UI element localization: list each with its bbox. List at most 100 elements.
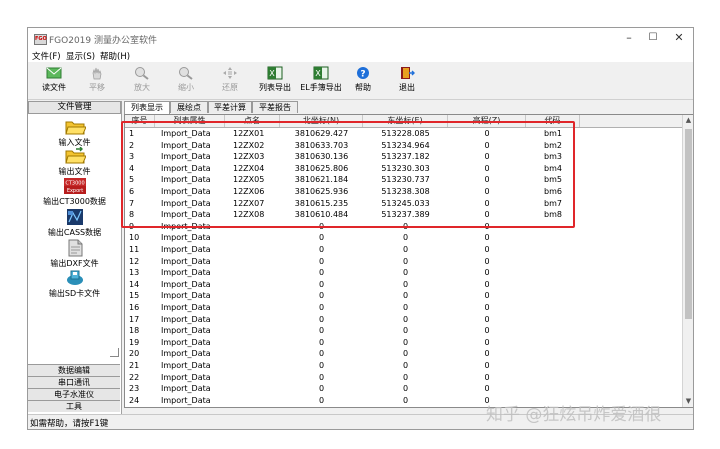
table-cell[interactable]: 18: [129, 325, 155, 337]
table-cell[interactable]: Import_Data: [161, 209, 225, 221]
table-cell[interactable]: 0: [363, 267, 448, 279]
table-row[interactable]: 10 Import_Data 0 0 0: [125, 232, 684, 244]
table-cell[interactable]: [233, 290, 280, 302]
column-header[interactable]: 东坐标(E): [363, 115, 448, 127]
table-cell[interactable]: bm7: [526, 198, 580, 210]
column-header[interactable]: 北坐标(N): [280, 115, 363, 127]
table-cell[interactable]: [526, 267, 580, 279]
table-cell[interactable]: 0: [280, 256, 363, 268]
table-row[interactable]: 21 Import_Data 0 0 0: [125, 360, 684, 372]
table-cell[interactable]: 0: [363, 279, 448, 291]
table-cell[interactable]: 12ZX08: [233, 209, 280, 221]
menu-display[interactable]: 显示(S): [66, 50, 95, 62]
table-cell[interactable]: [233, 279, 280, 291]
table-cell[interactable]: [526, 221, 580, 233]
table-cell[interactable]: Import_Data: [161, 267, 225, 279]
table-cell[interactable]: 12ZX07: [233, 198, 280, 210]
table-cell[interactable]: 0: [280, 290, 363, 302]
table-cell[interactable]: 0: [280, 267, 363, 279]
table-cell[interactable]: 0: [280, 232, 363, 244]
table-cell[interactable]: Import_Data: [161, 198, 225, 210]
table-cell[interactable]: 0: [280, 314, 363, 326]
table-cell[interactable]: 0: [448, 360, 526, 372]
table-cell[interactable]: 0: [448, 290, 526, 302]
table-cell[interactable]: 19: [129, 337, 155, 349]
table-row[interactable]: 8 Import_Data 12ZX08 3810610.484 513237.389 0…: [125, 209, 684, 221]
table-cell[interactable]: [526, 348, 580, 360]
table-row[interactable]: 20 Import_Data 0 0 0: [125, 348, 684, 360]
table-cell[interactable]: 12: [129, 256, 155, 268]
table-cell[interactable]: 22: [129, 372, 155, 384]
table-cell[interactable]: [233, 267, 280, 279]
table-cell[interactable]: 3810625.806: [280, 163, 363, 175]
table-cell[interactable]: [233, 383, 280, 395]
table-cell[interactable]: Import_Data: [161, 290, 225, 302]
tab-adjustment-report[interactable]: 平差报告: [252, 101, 298, 113]
table-row[interactable]: 5 Import_Data 12ZX05 3810621.184 513230.737 0…: [125, 174, 684, 186]
sidebar-item-output-dxf[interactable]: 输出DXF文件: [28, 239, 121, 269]
minimize-button[interactable]: –: [618, 30, 640, 46]
table-cell[interactable]: 513238.308: [363, 186, 448, 198]
table-cell[interactable]: Import_Data: [161, 314, 225, 326]
table-cell[interactable]: Import_Data: [161, 186, 225, 198]
table-cell[interactable]: 0: [448, 186, 526, 198]
table-cell[interactable]: 3810630.136: [280, 151, 363, 163]
table-cell[interactable]: 16: [129, 302, 155, 314]
table-cell[interactable]: [233, 232, 280, 244]
table-cell[interactable]: Import_Data: [161, 325, 225, 337]
table-cell[interactable]: 513245.033: [363, 198, 448, 210]
table-cell[interactable]: 12ZX06: [233, 186, 280, 198]
table-row[interactable]: 16 Import_Data 0 0 0: [125, 302, 684, 314]
table-cell[interactable]: 0: [448, 279, 526, 291]
table-cell[interactable]: 3810625.936: [280, 186, 363, 198]
table-cell[interactable]: [233, 337, 280, 349]
table-cell[interactable]: 513237.389: [363, 209, 448, 221]
list-export-button[interactable]: X 列表导出: [254, 66, 296, 96]
table-cell[interactable]: 12ZX03: [233, 151, 280, 163]
table-cell[interactable]: 0: [448, 198, 526, 210]
table-cell[interactable]: 0: [363, 314, 448, 326]
table-cell[interactable]: [526, 325, 580, 337]
table-cell[interactable]: bm1: [526, 128, 580, 140]
table-cell[interactable]: [526, 383, 580, 395]
table-cell[interactable]: 0: [448, 151, 526, 163]
table-cell[interactable]: Import_Data: [161, 360, 225, 372]
table-cell[interactable]: 0: [363, 290, 448, 302]
read-file-button[interactable]: 读文件: [33, 66, 75, 96]
table-cell[interactable]: 0: [448, 128, 526, 140]
table-cell[interactable]: 0: [363, 383, 448, 395]
resize-grip[interactable]: [110, 348, 119, 357]
table-cell[interactable]: 12ZX05: [233, 174, 280, 186]
table-cell[interactable]: 0: [363, 325, 448, 337]
table-cell[interactable]: [526, 290, 580, 302]
menu-file[interactable]: 文件(F): [32, 50, 61, 62]
table-cell[interactable]: 0: [448, 348, 526, 360]
table-row[interactable]: 23 Import_Data 0 0 0: [125, 383, 684, 395]
table-cell[interactable]: 513234.964: [363, 140, 448, 152]
table-cell[interactable]: 3810615.235: [280, 198, 363, 210]
scroll-up-icon[interactable]: ▲: [684, 116, 693, 125]
sidebar-tab-tools[interactable]: 工具: [28, 400, 120, 412]
table-cell[interactable]: [233, 256, 280, 268]
table-cell[interactable]: Import_Data: [161, 232, 225, 244]
table-cell[interactable]: [526, 314, 580, 326]
table-cell[interactable]: 5: [129, 174, 155, 186]
table-cell[interactable]: Import_Data: [161, 244, 225, 256]
table-cell[interactable]: Import_Data: [161, 372, 225, 384]
table-cell[interactable]: Import_Data: [161, 174, 225, 186]
table-cell[interactable]: 0: [280, 348, 363, 360]
table-cell[interactable]: [233, 395, 280, 407]
menu-help[interactable]: 帮助(H): [100, 50, 130, 62]
table-cell[interactable]: 0: [363, 337, 448, 349]
table-cell[interactable]: 0: [448, 244, 526, 256]
table-cell[interactable]: 0: [448, 256, 526, 268]
table-cell[interactable]: 3810633.703: [280, 140, 363, 152]
table-cell[interactable]: 0: [448, 325, 526, 337]
table-row[interactable]: 13 Import_Data 0 0 0: [125, 267, 684, 279]
table-cell[interactable]: [526, 256, 580, 268]
table-cell[interactable]: [526, 232, 580, 244]
table-cell[interactable]: 0: [448, 383, 526, 395]
table-cell[interactable]: 17: [129, 314, 155, 326]
table-row[interactable]: 11 Import_Data 0 0 0: [125, 244, 684, 256]
table-row[interactable]: 17 Import_Data 0 0 0: [125, 314, 684, 326]
